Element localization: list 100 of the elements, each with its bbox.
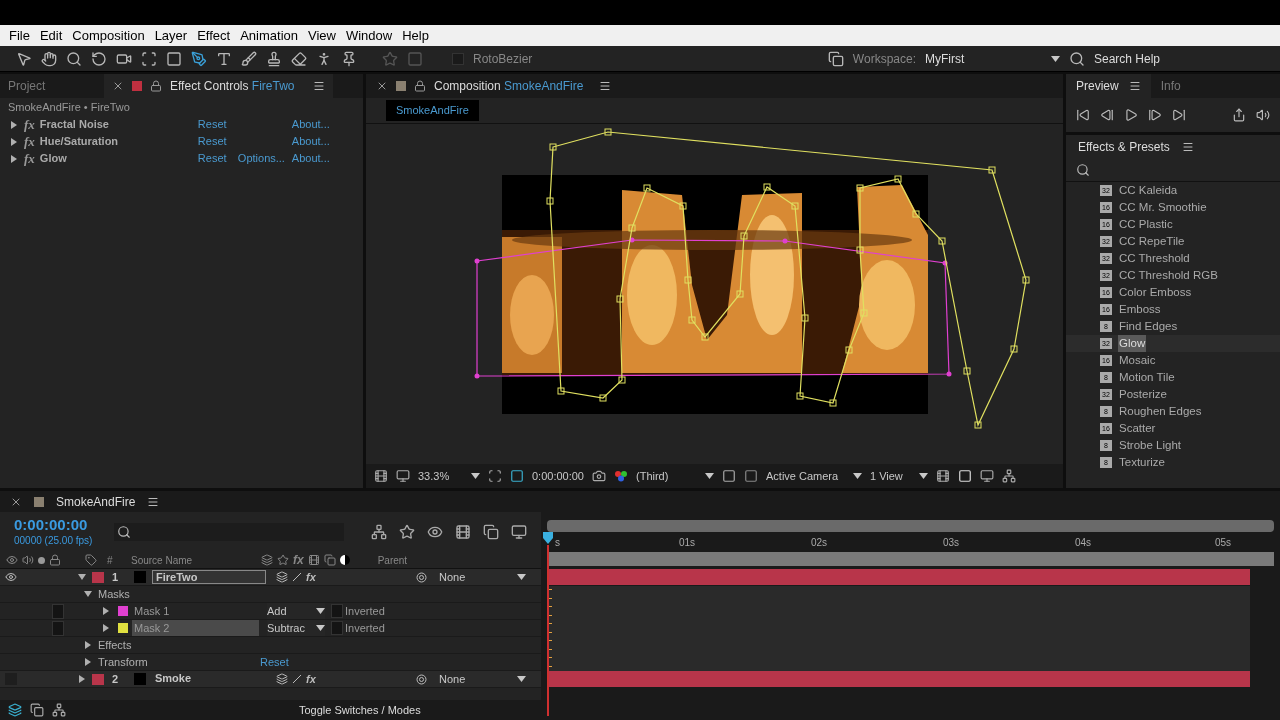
first-frame-icon[interactable] [1076,108,1090,122]
panel-tab[interactable]: Project [0,74,104,98]
menu-item[interactable]: Window [340,25,398,46]
pickwhip-icon[interactable] [416,673,427,685]
menu-item[interactable]: Help [397,25,434,46]
effect-preset-item[interactable]: CC Threshold RGB [1118,266,1219,285]
effect-preset-item[interactable]: Color Emboss [1118,283,1193,302]
panel-tab[interactable]: Effect Controls FireTwo [104,74,333,98]
panel-tab[interactable]: Preview [1066,74,1151,98]
camera-dropdown[interactable]: Active Camera [766,467,862,485]
panel-menu-icon[interactable] [1181,141,1194,153]
selection-tool-icon[interactable] [16,50,32,67]
effect-preset-item[interactable]: Mosaic [1118,351,1157,370]
effect-name[interactable]: Hue/Saturation [39,133,198,150]
panel-menu-icon[interactable] [1128,80,1141,92]
mask-lock-toggle[interactable] [52,620,64,636]
effect-preset-item[interactable]: Scatter [1118,419,1157,438]
panel-menu-icon[interactable] [312,80,325,92]
playhead-icon[interactable] [543,532,553,544]
quality-slash-icon[interactable] [292,674,302,684]
expand-arrow-icon[interactable] [78,675,86,683]
lock-icon[interactable] [414,80,426,92]
reset-link[interactable]: Reset [197,116,232,133]
play-icon[interactable] [1124,108,1138,122]
expand-arrow-icon[interactable] [78,573,86,581]
options-link[interactable]: Options... [237,152,285,165]
quality-slash-icon[interactable] [292,572,302,582]
pen-tool-icon[interactable] [191,50,207,67]
effect-name[interactable]: Glow [39,150,198,167]
next-frame-icon[interactable] [1148,108,1162,122]
channels-icon[interactable] [614,470,628,482]
hide-shy-layers-icon[interactable] [427,524,443,540]
dropdown-caret-icon[interactable] [919,473,928,479]
rectangle-tool-icon[interactable] [166,50,182,67]
frame-blending-icon[interactable] [455,524,471,540]
mask-color-swatch[interactable] [118,606,128,616]
menu-item[interactable]: Edit [34,25,68,46]
hand-tool-icon[interactable] [41,50,57,67]
mask-name[interactable]: Mask 1 [132,602,259,620]
magnification-dropdown[interactable]: 33.3% [418,467,480,485]
stamp-tool-icon[interactable] [266,50,282,67]
star-icon[interactable] [382,50,398,67]
expand-arrow-icon[interactable] [84,641,92,649]
property-group[interactable]: Transform [98,653,248,671]
snapshot-icon[interactable] [592,469,606,483]
dropdown-caret-icon[interactable] [471,473,480,479]
effect-preset-item[interactable]: CC Threshold [1118,249,1191,268]
layer-search-field[interactable] [114,523,344,541]
expand-arrow-icon[interactable] [84,590,92,598]
view-layout-dropdown[interactable]: 1 View [870,467,928,485]
panel-menu-icon[interactable] [147,495,160,508]
close-icon[interactable] [112,80,124,92]
inverted-checkbox[interactable] [331,604,343,618]
fx-label[interactable]: fx [306,670,316,688]
about-link[interactable]: About... [291,133,330,150]
dropdown-caret-icon[interactable] [517,574,526,580]
effect-preset-item[interactable]: CC RepeTile [1118,232,1186,251]
dropdown-caret-icon[interactable] [705,473,714,479]
expand-arrow-icon[interactable] [102,607,110,615]
effect-preset-item[interactable]: Strobe Light [1118,436,1182,455]
effect-name[interactable]: Fractal Noise [39,116,198,133]
dropdown-caret-icon[interactable] [853,473,862,479]
dropdown-caret-icon[interactable] [316,608,325,614]
eraser-tool-icon[interactable] [291,50,307,67]
effect-preset-item[interactable]: CC Plastic [1118,215,1174,234]
effect-preset-item[interactable]: CC Kaleida [1118,182,1179,200]
dropdown-caret-icon[interactable] [316,625,325,631]
menu-item[interactable]: View [303,25,341,46]
monitor-icon[interactable] [396,469,410,483]
panel-tab[interactable]: Info [1150,74,1191,98]
effect-preset-item[interactable]: CC Mr. Smoothie [1118,198,1208,217]
panel-title[interactable]: Effects & Presets [1078,138,1170,156]
timeline-tab[interactable]: SmokeAndFire [56,492,136,511]
rotate-tool-icon[interactable] [91,50,107,67]
close-icon[interactable] [376,80,388,92]
effect-preset-item[interactable]: Posterize [1118,385,1168,404]
menu-item[interactable]: File [4,25,35,46]
pickwhip-icon[interactable] [416,571,427,583]
pin-tool-icon[interactable] [341,50,357,67]
search-icon[interactable] [1069,50,1085,67]
rotobezier-checkbox[interactable] [452,52,464,65]
effect-preset-item[interactable]: Find Edges [1118,317,1179,336]
parent-dropdown[interactable]: None [435,670,530,688]
mask-lock-toggle[interactable] [52,603,64,619]
menu-item[interactable]: Composition [67,25,150,46]
parent-dropdown[interactable]: None [435,568,530,586]
current-time[interactable]: 0:00:00:00 [532,467,584,485]
last-frame-icon[interactable] [1172,108,1186,122]
lock-icon[interactable] [150,80,162,92]
search-icon[interactable] [117,525,131,539]
about-link[interactable]: About... [291,116,330,133]
effect-preset-item[interactable]: Roughen Edges [1118,402,1203,421]
audio-icon[interactable] [1256,108,1270,122]
layer-switches-icon[interactable] [8,703,22,717]
property-group[interactable]: Masks [98,585,248,603]
dropdown-caret-icon[interactable] [1051,55,1060,62]
layer-name[interactable]: Smoke [152,672,266,686]
panel-menu-icon[interactable] [599,80,612,92]
effect-preset-item[interactable]: Emboss [1118,300,1162,319]
resolution-dropdown[interactable]: (Third) [636,467,714,485]
